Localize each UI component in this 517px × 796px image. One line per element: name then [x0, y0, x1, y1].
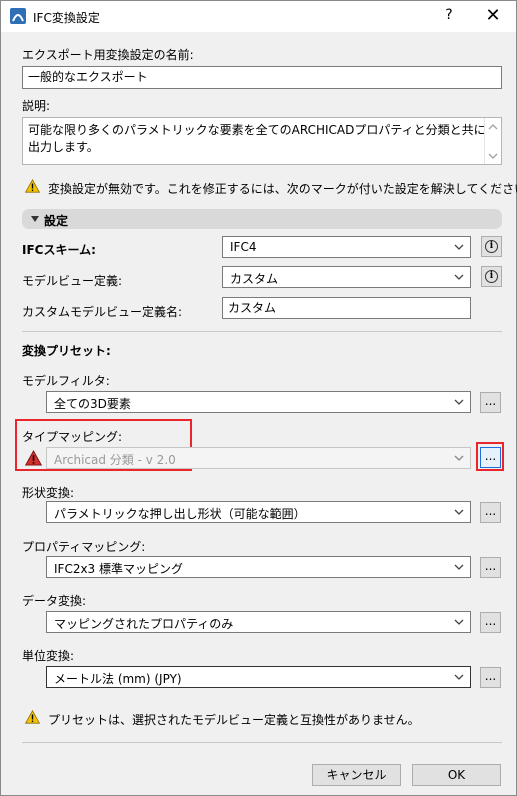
model-view-info-button[interactable]: i: [481, 266, 502, 287]
ifc-translator-dialog: IFC変換設定 ? ✕ エクスポート用変換設定の名前: 一般的なエクスポート 説…: [0, 0, 517, 796]
settings-section-title: 設定: [44, 214, 69, 228]
description-text: 可能な限り多くのパラメトリックな要素を全てのARCHICADプロパティと分類と共…: [28, 123, 486, 154]
chevron-down-icon: [454, 619, 464, 625]
description-textarea[interactable]: 可能な限り多くのパラメトリックな要素を全てのARCHICADプロパティと分類と共…: [22, 117, 502, 165]
custom-mvd-name-input[interactable]: カスタム: [222, 297, 471, 319]
ifc-schema-value: IFC4: [230, 240, 257, 254]
chevron-down-icon: [454, 244, 464, 250]
collapse-triangle-icon[interactable]: [31, 216, 39, 222]
title-bar: IFC変換設定 ? ✕: [1, 1, 516, 32]
ifc-schema-info-button[interactable]: i: [481, 236, 502, 257]
chevron-down-icon: [454, 509, 464, 515]
geometry-label: 形状変換:: [22, 486, 75, 500]
data-conversion-value: マッピングされたプロパティのみ: [54, 617, 234, 631]
units-dropdown[interactable]: メートル法 (mm) (JPY): [46, 666, 471, 688]
presets-header: 変換プリセット:: [22, 344, 111, 358]
type-mapping-browse-button[interactable]: ...: [480, 447, 501, 468]
data-conversion-dropdown[interactable]: マッピングされたプロパティのみ: [46, 611, 471, 633]
name-input[interactable]: 一般的なエクスポート: [22, 66, 502, 89]
warning-icon: [25, 179, 40, 193]
custom-mvd-name-label: カスタムモデルビュー定義名:: [22, 305, 183, 319]
property-mapping-browse-button[interactable]: ...: [480, 557, 501, 578]
units-label: 単位変換:: [22, 649, 75, 663]
data-conversion-label: データ変換:: [22, 594, 87, 608]
archicad-app-icon: [10, 8, 26, 24]
geometry-dropdown[interactable]: パラメトリックな押し出し形状（可能な範囲）: [46, 501, 471, 523]
info-icon: i: [485, 240, 498, 253]
scroll-up-icon[interactable]: [488, 123, 498, 131]
ifc-schema-label: IFCスキーム:: [22, 243, 96, 257]
property-mapping-label: プロパティマッピング:: [22, 540, 146, 554]
model-filter-dropdown[interactable]: 全ての3D要素: [46, 391, 471, 413]
settings-section-header[interactable]: 設定: [22, 209, 502, 229]
name-label: エクスポート用変換設定の名前:: [22, 48, 194, 62]
chevron-down-icon: [454, 455, 464, 461]
model-filter-browse-button[interactable]: ...: [480, 392, 501, 413]
cancel-button[interactable]: キャンセル: [312, 764, 401, 786]
data-conversion-browse-button[interactable]: ...: [480, 612, 501, 633]
chevron-down-icon: [454, 274, 464, 280]
info-icon: i: [485, 270, 498, 283]
geometry-value: パラメトリックな押し出し形状（可能な範囲）: [54, 507, 306, 521]
preset-compat-warning: プリセットは、選択されたモデルビュー定義と互換性がありません。: [48, 713, 420, 727]
property-mapping-dropdown[interactable]: IFC2x3 標準マッピング: [46, 556, 471, 578]
help-button[interactable]: ?: [442, 7, 456, 23]
close-button[interactable]: ✕: [485, 5, 501, 26]
footer-divider: [22, 742, 502, 743]
units-value: メートル法 (mm) (JPY): [54, 672, 182, 686]
type-mapping-dropdown[interactable]: Archicad 分類 - v 2.0: [46, 447, 471, 469]
model-filter-value: 全ての3D要素: [54, 397, 131, 411]
section-divider: [22, 331, 502, 332]
scroll-down-icon[interactable]: [488, 152, 498, 160]
description-scrollbar[interactable]: [484, 118, 501, 164]
warning-icon: [25, 710, 40, 724]
type-mapping-label: タイプマッピング:: [22, 430, 123, 444]
model-view-dropdown[interactable]: カスタム: [222, 266, 471, 288]
ok-button[interactable]: OK: [412, 764, 501, 786]
ifc-schema-dropdown[interactable]: IFC4: [222, 236, 471, 258]
chevron-down-icon: [454, 674, 464, 680]
model-view-label: モデルビュー定義:: [22, 274, 123, 288]
geometry-browse-button[interactable]: ...: [480, 502, 501, 523]
units-browse-button[interactable]: ...: [480, 667, 501, 688]
chevron-down-icon: [454, 564, 464, 570]
description-label: 説明:: [22, 99, 51, 113]
model-view-value: カスタム: [230, 272, 279, 286]
type-mapping-value: Archicad 分類 - v 2.0: [54, 453, 176, 467]
chevron-down-icon: [454, 399, 464, 405]
property-mapping-value: IFC2x3 標準マッピング: [54, 562, 184, 576]
window-title: IFC変換設定: [33, 11, 100, 25]
invalid-settings-warning: 変換設定が無効です。これを修正するには、次のマークが付いた設定を解決してください…: [48, 182, 517, 196]
error-icon: [25, 450, 42, 466]
model-filter-label: モデルフィルタ:: [22, 374, 110, 388]
